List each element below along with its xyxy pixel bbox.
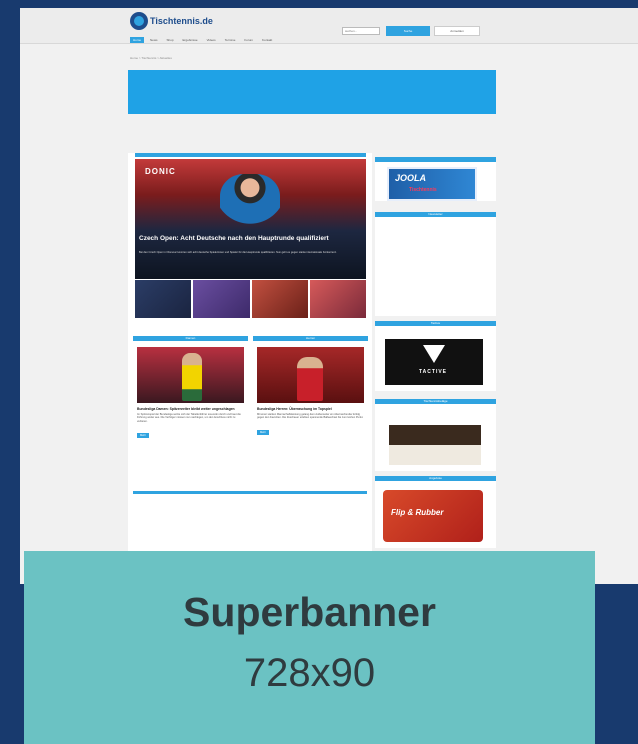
hero-player-image [220,174,280,229]
hero-title[interactable]: Czech Open: Acht Deutsche nach den Haupt… [139,235,364,242]
website-screenshot: Tischtennis.de Suche Anmelden Home News … [20,8,638,584]
card-header-men: Herren [253,336,368,341]
card-image-women[interactable] [137,347,244,403]
sidebar-offers: Angebote Flip & Rubber [375,476,496,548]
sidebar-top-bar [375,157,496,162]
thumbnail-4[interactable] [309,280,366,318]
news-card-women: Damen Bundesliga Damen: Spitzenreiter bl… [133,336,248,491]
ad-format-label: Superbanner 728x90 [24,551,595,744]
search-button[interactable]: Suche [386,26,430,36]
sidebar-header-rubbers: Tischtennisbeläge [375,399,496,404]
breadcrumb: Home > Tischtennis > Aktuelles [130,56,172,60]
thumbnail-2[interactable] [193,280,250,318]
site-header: Tischtennis.de Suche Anmelden Home News … [20,8,638,44]
hero-teaser: Bei den Czech Open in Olomouc konnten si… [139,251,337,254]
sidebar: JOOLA Tischtennis Newsletter Tactive TAC… [375,149,496,584]
sidebar-newsletter: Newsletter [375,212,496,316]
read-more-button-men[interactable]: Mehr [257,429,269,435]
search-input[interactable] [342,27,380,35]
login-button[interactable]: Anmelden [434,26,480,36]
nav-item-home[interactable]: Home [130,37,145,43]
ad-format-size: 728x90 [243,651,376,695]
tactive-brand: TACTIVE [419,369,448,375]
joola-ad[interactable]: JOOLA Tischtennis [387,167,477,201]
nav-item-contact[interactable]: Kontakt [259,37,275,43]
nav-item-videos[interactable]: Videos [204,37,219,43]
card-text-women: Im Spitzenspiel der Bundesliga setzte si… [137,413,241,423]
joola-subtitle: Tischtennis [409,187,437,193]
thumbnail-1[interactable] [135,280,192,318]
hero-header-bar [135,153,366,157]
main-content: DONIC Czech Open: Acht Deutsche nach den… [128,153,372,584]
ad-format-title: Superbanner [183,589,436,635]
sidebar-ad-joola[interactable]: JOOLA Tischtennis [375,157,496,201]
card-header-women: Damen [133,336,248,341]
nav-item-news[interactable]: News [147,37,161,43]
flip-ad-text: Flip & Rubber [391,508,444,517]
hero-article[interactable]: DONIC Czech Open: Acht Deutsche nach den… [135,159,366,279]
hero-sponsor-text: DONIC [145,167,176,176]
sidebar-header-tactive: Tactive [375,321,496,326]
card-text-men: Mit einer starken Mannschaftsleistung ge… [257,413,364,420]
sidebar-header-newsletter: Newsletter [375,212,496,217]
read-more-button-women[interactable]: Mehr [137,433,149,439]
logo-icon [130,12,148,30]
superbanner-ad-slot[interactable] [128,70,496,114]
main-nav: Home News Shop Ergebnisse Videos Termine… [130,37,275,43]
tactive-logo-icon [423,345,445,363]
sidebar-rubbers: Tischtennisbeläge [375,399,496,471]
logo-text: Tischtennis.de [150,16,213,26]
flip-ad[interactable]: Flip & Rubber [383,490,483,542]
nav-item-dates[interactable]: Termine [222,37,239,43]
card-title-men[interactable]: Bundesliga Herren: Überraschung im Topsp… [257,407,364,411]
rubber-ad[interactable] [389,415,481,465]
joola-brand: JOOLA [395,173,427,183]
tactive-ad[interactable]: TACTIVE [385,339,483,385]
hero-thumbnails [135,280,366,318]
card-title-women[interactable]: Bundesliga Damen: Spitzenreiter bleibt w… [137,407,244,411]
news-card-men: Herren Bundesliga Herren: Überraschung i… [253,336,368,491]
card-image-men[interactable] [257,347,364,403]
sidebar-header-offers: Angebote [375,476,496,481]
site-logo[interactable]: Tischtennis.de [130,12,213,30]
content-divider [133,491,367,494]
sidebar-tactive: Tactive TACTIVE [375,321,496,391]
thumbnail-3[interactable] [251,280,308,318]
nav-item-shop[interactable]: Shop [164,37,177,43]
nav-item-forum[interactable]: Forum [241,37,256,43]
nav-item-results[interactable]: Ergebnisse [180,37,201,43]
